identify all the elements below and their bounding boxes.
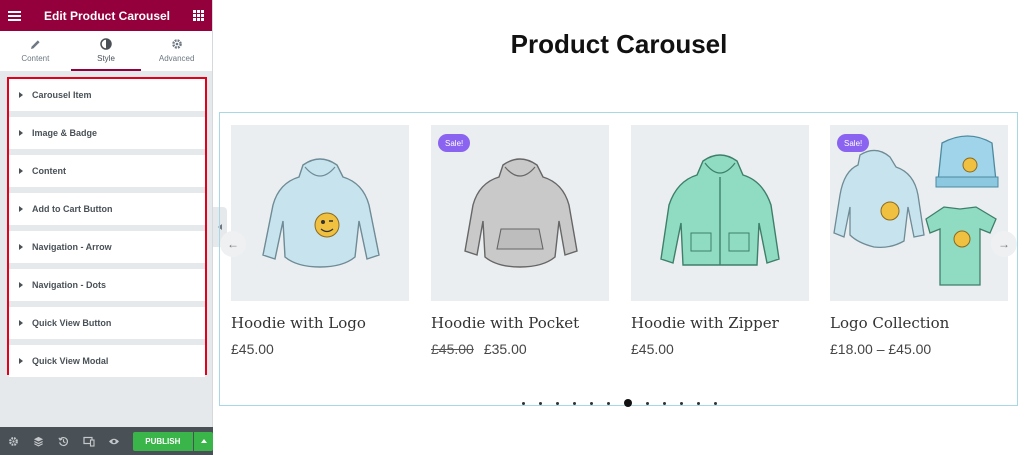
caret-right-icon xyxy=(19,92,23,98)
arrow-right-icon[interactable]: → xyxy=(991,231,1017,257)
product-card[interactable]: Hoodie with Zipper £45.00 xyxy=(631,125,809,357)
section-label: Image & Badge xyxy=(32,128,98,138)
pagination-dot[interactable] xyxy=(539,401,542,405)
sale-badge: Sale! xyxy=(837,134,870,152)
section-carousel-item[interactable]: Carousel Item xyxy=(9,79,205,111)
product-price: £45.00 £35.00 xyxy=(431,341,609,357)
carousel-dots xyxy=(220,399,1019,407)
section-navigation-arrow[interactable]: Navigation - Arrow xyxy=(9,231,205,263)
caret-right-icon xyxy=(19,358,23,364)
tab-content-label: Content xyxy=(21,53,50,63)
product-price: £45.00 xyxy=(231,341,409,357)
app-window: Edit Product Carousel Content Style Adva… xyxy=(0,0,1024,455)
style-sections-list: Carousel Item Image & Badge Content Add … xyxy=(7,77,207,377)
price-current: £35.00 xyxy=(483,341,527,357)
panel-header: Edit Product Carousel xyxy=(0,0,212,31)
pagination-dot[interactable] xyxy=(522,401,525,405)
tab-style[interactable]: Style xyxy=(70,31,142,71)
panel-title: Edit Product Carousel xyxy=(43,8,171,23)
section-image-badge[interactable]: Image & Badge xyxy=(9,117,205,149)
history-icon[interactable] xyxy=(56,433,72,449)
product-image[interactable] xyxy=(231,125,409,301)
caret-right-icon xyxy=(19,168,23,174)
caret-right-icon xyxy=(19,282,23,288)
editor-panel: Edit Product Carousel Content Style Adva… xyxy=(0,0,214,455)
eye-icon[interactable] xyxy=(106,433,122,449)
product-image[interactable] xyxy=(631,125,809,301)
hamburger-menu-icon[interactable] xyxy=(8,10,21,21)
pagination-dot[interactable] xyxy=(590,401,593,405)
section-label: Quick View Modal xyxy=(32,356,109,366)
pagination-dot[interactable] xyxy=(680,401,683,405)
pagination-dot[interactable] xyxy=(663,401,666,405)
product-name[interactable]: Hoodie with Logo xyxy=(231,314,409,332)
product-card[interactable]: Sale! Logo Collection £18.00 – £45.00 xyxy=(830,125,1008,357)
tab-advanced[interactable]: Advanced xyxy=(141,31,212,71)
caret-right-icon xyxy=(19,130,23,136)
section-add-to-cart-button[interactable]: Add to Cart Button xyxy=(9,193,205,225)
pagination-dot[interactable] xyxy=(646,401,649,405)
contrast-icon xyxy=(100,38,112,51)
section-label: Quick View Button xyxy=(32,318,112,328)
page-title: Product Carousel xyxy=(510,29,728,59)
sale-badge: Sale! xyxy=(438,134,471,152)
caret-right-icon xyxy=(19,320,23,326)
settings-icon[interactable] xyxy=(6,433,22,449)
responsive-icon[interactable] xyxy=(81,433,97,449)
tab-content[interactable]: Content xyxy=(0,31,71,71)
tab-style-label: Style xyxy=(97,53,115,63)
pagination-dot[interactable] xyxy=(697,401,700,405)
pagination-dot[interactable] xyxy=(607,401,610,405)
publish-button[interactable]: PUBLISH xyxy=(132,431,194,451)
caret-right-icon xyxy=(19,244,23,250)
section-navigation-dots[interactable]: Navigation - Dots xyxy=(9,269,205,301)
product-card[interactable]: Hoodie with Logo £45.00 xyxy=(231,125,409,357)
pagination-dot[interactable] xyxy=(714,401,717,405)
section-quick-view-modal[interactable]: Quick View Modal xyxy=(9,345,205,377)
section-quick-view-button[interactable]: Quick View Button xyxy=(9,307,205,339)
product-name[interactable]: Hoodie with Pocket xyxy=(431,314,609,332)
arrow-left-icon[interactable]: ← xyxy=(220,231,246,257)
widgets-grid-icon[interactable] xyxy=(193,10,204,21)
section-label: Navigation - Arrow xyxy=(32,242,112,252)
pagination-dot[interactable] xyxy=(573,401,576,405)
price-original: £45.00 xyxy=(431,341,474,357)
product-price: £18.00 – £45.00 xyxy=(830,341,1008,357)
pencil-icon xyxy=(30,38,41,51)
panel-footer: PUBLISH xyxy=(0,427,214,455)
price-current: £45.00 xyxy=(231,341,274,357)
layers-icon[interactable] xyxy=(31,433,47,449)
gear-icon xyxy=(171,38,183,51)
price-current: £18.00 – £45.00 xyxy=(830,341,932,357)
product-carousel: ← → Hoodie with Logo £45.00 Sale! Hoodie… xyxy=(219,112,1019,407)
product-name[interactable]: Hoodie with Zipper xyxy=(631,314,809,332)
publish-options-caret-icon[interactable] xyxy=(194,431,214,451)
product-image[interactable]: Sale! xyxy=(431,125,609,301)
section-content[interactable]: Content xyxy=(9,155,205,187)
product-card[interactable]: Sale! Hoodie with Pocket £45.00 £35.00 xyxy=(431,125,609,357)
caret-right-icon xyxy=(19,206,23,212)
product-name[interactable]: Logo Collection xyxy=(830,314,1008,332)
tab-advanced-label: Advanced xyxy=(158,53,195,63)
pagination-dot-active[interactable] xyxy=(624,399,632,407)
section-label: Navigation - Dots xyxy=(32,280,107,290)
section-label: Content xyxy=(32,166,66,176)
product-price: £45.00 xyxy=(631,341,809,357)
hoodie-zipper-image xyxy=(660,154,780,266)
section-label: Carousel Item xyxy=(32,90,92,100)
pagination-dot[interactable] xyxy=(556,401,559,405)
product-image[interactable]: Sale! xyxy=(830,125,1008,301)
hoodie-logo-image xyxy=(262,158,380,268)
panel-tabs: Content Style Advanced xyxy=(0,31,212,72)
section-label: Add to Cart Button xyxy=(32,204,113,214)
price-current: £45.00 xyxy=(631,341,674,357)
